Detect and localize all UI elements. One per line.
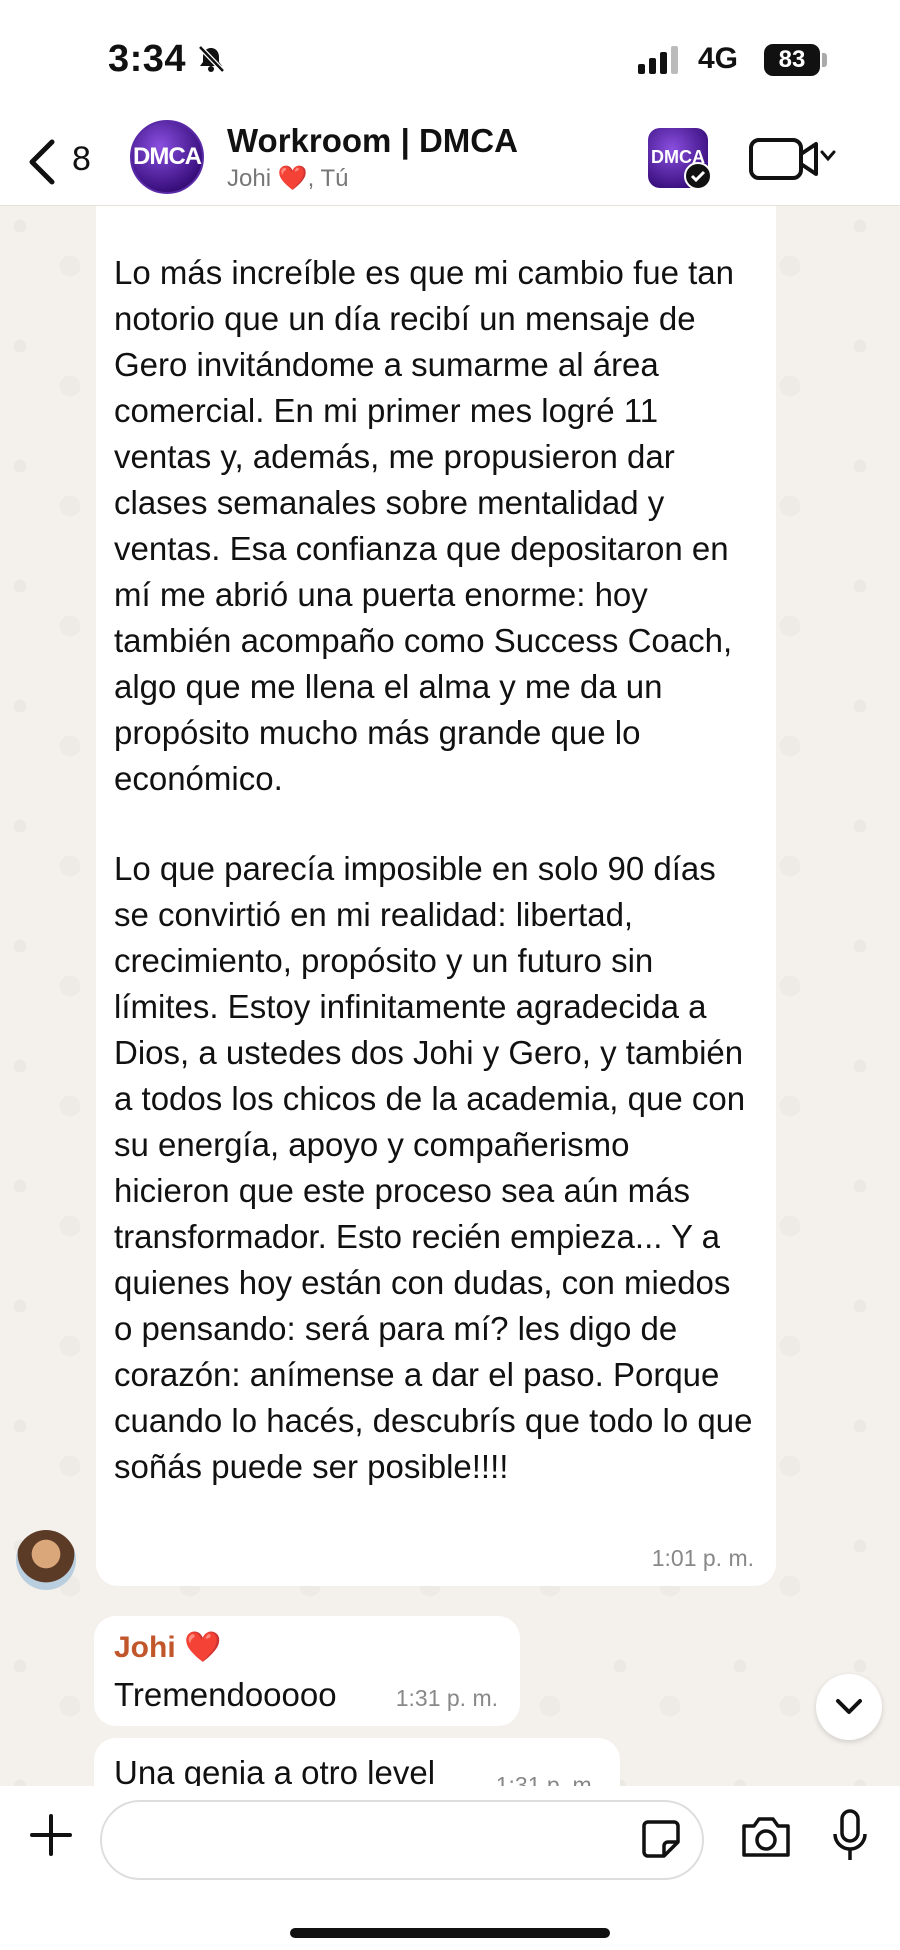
microphone-icon[interactable] <box>830 1808 870 1871</box>
message-bubble[interactable]: Johi ❤️ Tremendooooo 1:31 p. m. <box>94 1616 520 1726</box>
network-type: 4G <box>698 42 739 75</box>
chat-subtitle[interactable]: Johi ❤️, Tú <box>227 164 349 193</box>
home-indicator <box>290 1928 610 1938</box>
message-text: Tremendooooo <box>114 1676 337 1713</box>
message-paragraph: Lo que parecía imposible en solo 90 días… <box>114 850 753 1485</box>
composer-bar <box>0 1786 900 1950</box>
back-icon[interactable] <box>22 134 62 195</box>
unread-count[interactable]: 8 <box>72 140 91 179</box>
signal-icon <box>638 46 684 79</box>
heart-icon: ❤️ <box>184 1631 222 1664</box>
camera-icon[interactable] <box>740 1814 792 1865</box>
clock: 3:34 <box>108 38 187 80</box>
subtitle-member: Johi <box>227 165 272 192</box>
sender-name[interactable]: Johi ❤️ <box>114 1630 221 1665</box>
battery-tip <box>822 53 827 67</box>
verified-icon <box>684 162 712 190</box>
chevron-down-icon <box>820 150 836 162</box>
message-input[interactable] <box>100 1800 704 1880</box>
message-paragraph: Lo más increíble es que mi cambio fue ta… <box>114 254 734 797</box>
scroll-to-bottom-button[interactable] <box>816 1674 882 1740</box>
chat-area[interactable]: Lo más increíble es que mi cambio fue ta… <box>0 206 900 1786</box>
bell-muted-icon <box>196 44 226 79</box>
chevron-down-icon <box>836 1699 862 1714</box>
sender-name-text: Johi <box>114 1631 176 1664</box>
sender-avatar[interactable] <box>16 1530 76 1590</box>
heart-icon: ❤️ <box>277 165 308 192</box>
plus-icon[interactable] <box>26 1810 76 1865</box>
status-bar: 3:34 4G 83 <box>0 0 900 120</box>
chat-title[interactable]: Workroom | DMCA <box>227 122 518 160</box>
battery-level: 83 <box>764 44 820 76</box>
message-text: Una genia a otro level <box>114 1754 436 1786</box>
subtitle-suffix: , Tú <box>307 165 349 192</box>
video-call-icon[interactable] <box>748 134 838 191</box>
message-time: 1:01 p. m. <box>651 1545 754 1571</box>
message-time: 1:31 p. m. <box>495 1772 598 1786</box>
sticker-icon[interactable] <box>640 1818 682 1865</box>
message-bubble[interactable]: Una genia a otro level 1:31 p. m. <box>94 1738 620 1786</box>
message-time: 1:31 p. m. <box>395 1685 498 1711</box>
group-avatar[interactable]: DMCA <box>130 120 204 194</box>
chat-header[interactable]: 8 DMCA Workroom | DMCA Johi ❤️, Tú DMCA <box>0 120 900 206</box>
message-bubble[interactable]: Lo más increíble es que mi cambio fue ta… <box>96 206 776 1586</box>
